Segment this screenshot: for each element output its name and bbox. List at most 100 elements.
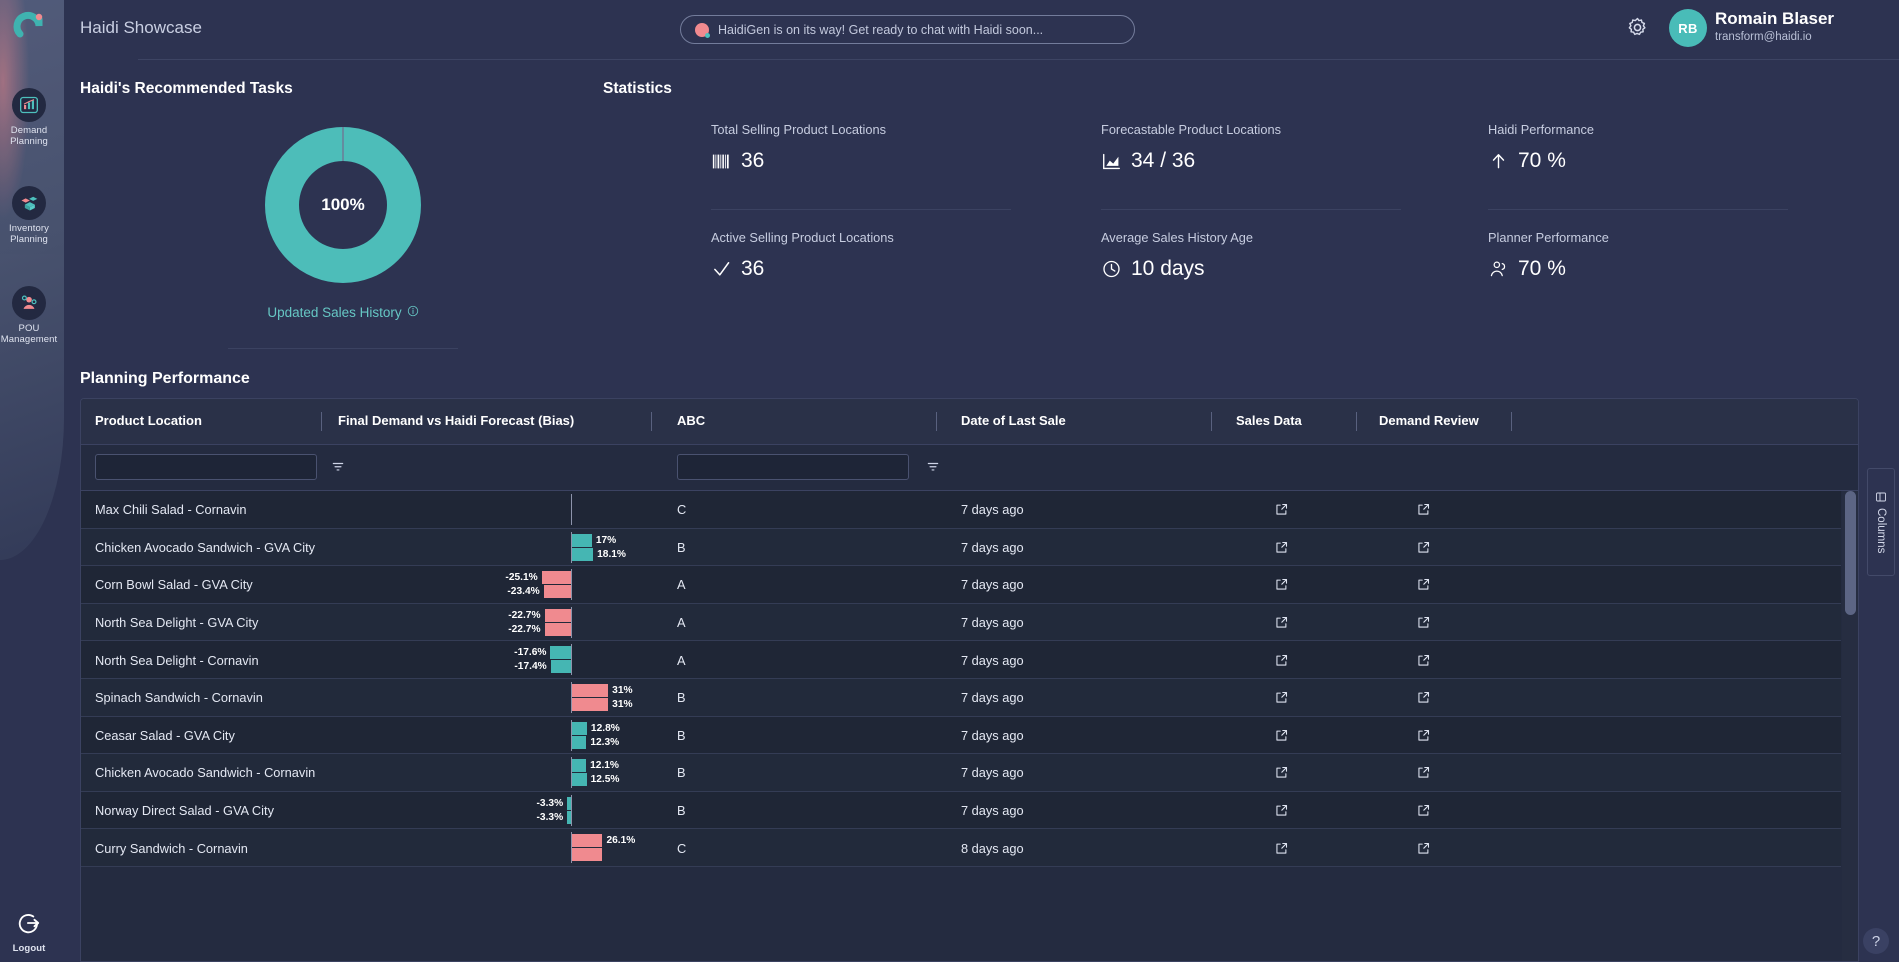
- arrow-up-icon: [1488, 151, 1509, 171]
- updated-sales-history-donut[interactable]: 100%: [263, 125, 423, 285]
- table-row[interactable]: Chicken Avocado Sandwich - Cornavin 12.1%…: [81, 754, 1841, 792]
- demand-review-open-external-icon[interactable]: [1393, 604, 1453, 642]
- table-row[interactable]: Spinach Sandwich - Cornavin 31% 31% B 7 days…: [81, 678, 1841, 717]
- cell-product-location: Chicken Avocado Sandwich - Cornavin: [95, 765, 316, 781]
- columns-panel-tab[interactable]: Columns: [1867, 468, 1895, 576]
- table-row[interactable]: Chicken Avocado Sandwich - GVA City 17% 18…: [81, 528, 1841, 567]
- bias-bar: [567, 810, 571, 824]
- sidebar-decorative-blob: [0, 0, 64, 560]
- demand-review-open-external-icon[interactable]: [1393, 717, 1453, 755]
- table-row[interactable]: North Sea Delight - Cornavin -17.6% -17.4%…: [81, 641, 1841, 679]
- bias-bar-label: -22.7%: [508, 623, 541, 635]
- sales-data-open-external-icon[interactable]: [1251, 529, 1311, 567]
- cell-abc: B: [677, 803, 686, 819]
- cell-product-location: Chicken Avocado Sandwich - GVA City: [95, 539, 316, 555]
- area-chart-icon: [1101, 152, 1122, 171]
- sidebar-item-inventory-planning[interactable]: Inventory Planning: [0, 186, 58, 245]
- cell-abc: B: [677, 690, 686, 706]
- column-divider[interactable]: [651, 412, 652, 431]
- stat-card-forecastable-product-locations: Forecastable Product Locations 34 / 36: [1101, 122, 1401, 210]
- cell-product-location: North Sea Delight - GVA City: [95, 615, 259, 631]
- filter-icon[interactable]: [926, 460, 940, 479]
- demand-review-open-external-icon[interactable]: [1393, 641, 1453, 679]
- logout-button[interactable]: Logout: [0, 910, 58, 954]
- table-vertical-scrollbar[interactable]: [1842, 491, 1858, 961]
- column-divider[interactable]: [936, 412, 937, 431]
- filter-icon[interactable]: [331, 460, 345, 479]
- bias-bar: [572, 834, 603, 848]
- bias-mini-chart: -17.6% -17.4%: [421, 641, 651, 679]
- cell-abc: B: [677, 539, 686, 555]
- bias-bar: [572, 848, 603, 862]
- sidebar-item-demand-planning[interactable]: Demand Planning: [0, 88, 58, 147]
- stat-label: Active Selling Product Locations: [711, 230, 894, 245]
- sales-data-open-external-icon[interactable]: [1251, 604, 1311, 642]
- sales-data-open-external-icon[interactable]: [1251, 566, 1311, 604]
- bias-mini-chart: 31% 31%: [421, 679, 651, 717]
- bias-bar: [572, 735, 587, 749]
- bias-bar-label: -25.1%: [505, 572, 538, 584]
- sidebar-item-pou-management[interactable]: POU Management: [0, 286, 58, 345]
- bias-bar-label: 18.1%: [597, 548, 626, 560]
- table-row[interactable]: Curry Sandwich - Cornavin 26.1% C 8 days ag…: [81, 829, 1841, 867]
- column-header-demand-review[interactable]: Demand Review: [1379, 413, 1479, 428]
- demand-review-open-external-icon[interactable]: [1393, 529, 1453, 567]
- banner-status-dot: [695, 22, 710, 38]
- bias-bar: [572, 721, 587, 735]
- bias-bar: [550, 660, 571, 674]
- sales-data-open-external-icon[interactable]: [1251, 491, 1311, 529]
- clock-icon: [1101, 259, 1122, 279]
- cell-date-of-last-sale: 8 days ago: [961, 840, 1024, 856]
- haidi-logo: [8, 6, 52, 50]
- column-divider[interactable]: [1211, 412, 1212, 431]
- sales-data-open-external-icon[interactable]: [1251, 641, 1311, 679]
- sidebar-item-label: POU Management: [0, 323, 58, 345]
- demand-review-open-external-icon[interactable]: [1393, 829, 1453, 867]
- demand-review-open-external-icon[interactable]: [1393, 754, 1453, 792]
- cell-abc: A: [677, 652, 686, 668]
- columns-tab-label: Columns: [1875, 507, 1887, 554]
- stat-card-average-sales-history-age: Average Sales History Age 10 days: [1101, 230, 1401, 318]
- column-header-product-location[interactable]: Product Location: [95, 413, 202, 428]
- cell-date-of-last-sale: 7 days ago: [961, 727, 1024, 743]
- bias-zero-axis: [571, 606, 572, 638]
- columns-icon: [1875, 491, 1887, 503]
- column-header-sales-data[interactable]: Sales Data: [1236, 413, 1302, 428]
- sales-data-open-external-icon[interactable]: [1251, 717, 1311, 755]
- tasks-divider: [228, 348, 458, 349]
- bias-bar: [572, 773, 587, 787]
- help-button[interactable]: ?: [1863, 928, 1889, 954]
- column-divider[interactable]: [321, 412, 322, 431]
- cell-date-of-last-sale: 7 days ago: [961, 502, 1024, 518]
- stat-value: 36: [741, 257, 765, 280]
- column-divider[interactable]: [1511, 412, 1512, 431]
- demand-review-open-external-icon[interactable]: [1393, 792, 1453, 830]
- column-header-abc[interactable]: ABC: [677, 413, 705, 428]
- column-divider[interactable]: [1356, 412, 1357, 431]
- gear-icon[interactable]: [1626, 16, 1649, 44]
- updated-sales-history-link[interactable]: Updated Sales History: [208, 305, 478, 320]
- sales-data-open-external-icon[interactable]: [1251, 792, 1311, 830]
- sales-data-open-external-icon[interactable]: [1251, 679, 1311, 717]
- product-location-filter-input[interactable]: [95, 454, 317, 480]
- stat-label: Average Sales History Age: [1101, 230, 1253, 245]
- table-row[interactable]: North Sea Delight - GVA City -22.7% -22.7%…: [81, 603, 1841, 642]
- table-row[interactable]: Norway Direct Salad - GVA City -3.3% -3.3%…: [81, 791, 1841, 830]
- sales-data-open-external-icon[interactable]: [1251, 829, 1311, 867]
- demand-review-open-external-icon[interactable]: [1393, 491, 1453, 529]
- table-row[interactable]: Max Chili Salad - Cornavin C 7 days ago: [81, 491, 1841, 529]
- sales-data-open-external-icon[interactable]: [1251, 754, 1311, 792]
- demand-review-open-external-icon[interactable]: [1393, 566, 1453, 604]
- table-row[interactable]: Corn Bowl Salad - GVA City -25.1% -23.4% A 7…: [81, 566, 1841, 604]
- demand-review-open-external-icon[interactable]: [1393, 679, 1453, 717]
- stat-value: 36: [741, 149, 765, 172]
- column-header-bias[interactable]: Final Demand vs Haidi Forecast (Bias): [338, 413, 574, 428]
- haidigen-banner[interactable]: HaidiGen is on its way! Get ready to cha…: [680, 15, 1135, 44]
- abc-filter-input[interactable]: [677, 454, 909, 480]
- column-header-date-of-last-sale[interactable]: Date of Last Sale: [961, 413, 1066, 428]
- avatar[interactable]: RB: [1669, 9, 1707, 47]
- table-row[interactable]: Ceasar Salad - GVA City 12.8% 12.3% B 7 days…: [81, 716, 1841, 755]
- bias-bar: [572, 759, 587, 773]
- scrollbar-thumb[interactable]: [1845, 491, 1856, 615]
- cell-product-location: Norway Direct Salad - GVA City: [95, 803, 274, 819]
